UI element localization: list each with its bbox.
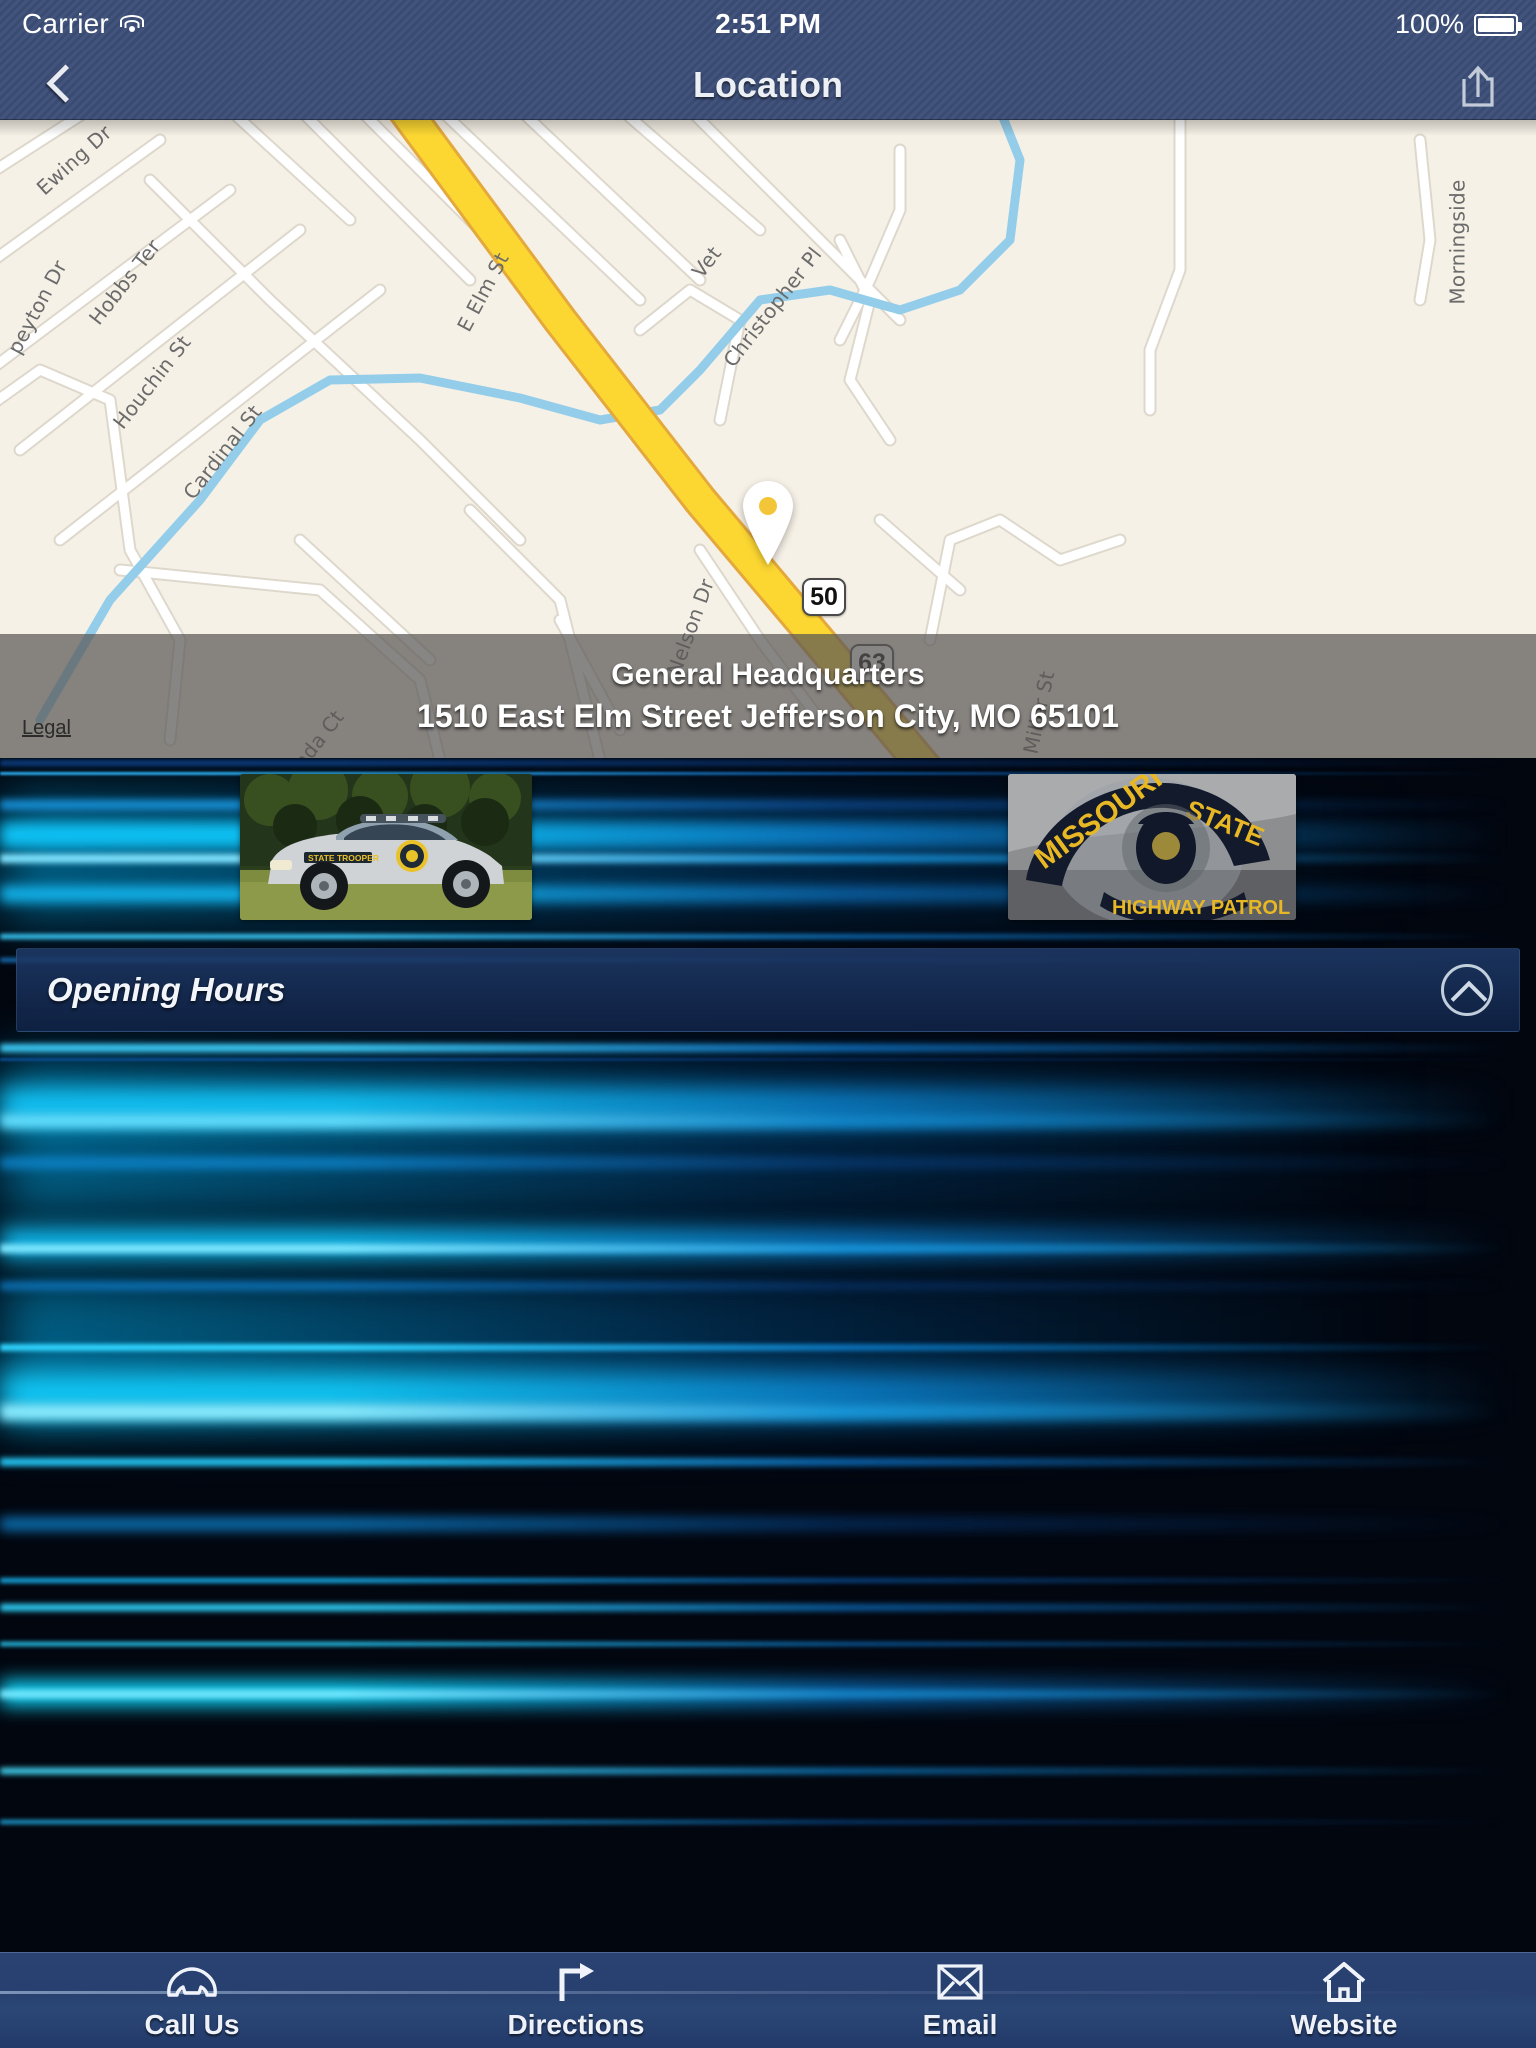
envelope-icon xyxy=(937,1961,983,2003)
navigation-bar: Location xyxy=(0,50,1536,120)
tab-label: Website xyxy=(1290,2008,1398,2040)
tab-website[interactable]: Website xyxy=(1152,1953,1536,2048)
background-streaks xyxy=(0,758,1536,1952)
tab-label: Call Us xyxy=(144,2008,240,2040)
location-overlay: General Headquarters 1510 East Elm Stree… xyxy=(0,634,1536,758)
status-bar-right: 100% xyxy=(1394,9,1522,40)
legal-link[interactable]: Legal xyxy=(22,717,71,740)
tab-call-us[interactable]: Call Us xyxy=(0,1953,384,2048)
location-name: General Headquarters xyxy=(611,657,925,691)
home-icon xyxy=(1320,1961,1368,2003)
location-address: 1510 East Elm Street Jefferson City, MO … xyxy=(417,697,1119,734)
svg-text:HIGHWAY PATROL: HIGHWAY PATROL xyxy=(1112,897,1290,919)
battery-percent-label: 100% xyxy=(1394,9,1464,39)
opening-hours-label: Opening Hours xyxy=(47,971,286,1008)
clock-label: 2:51 PM xyxy=(715,8,821,39)
tab-bar: Call Us Directions Email Website xyxy=(0,1952,1536,2048)
app-screen: Carrier 2:51 PM 100% Location Ewing Dr p… xyxy=(0,0,1536,2048)
chevron-up-circle-icon[interactable] xyxy=(1441,964,1493,1016)
opening-hours-accordion[interactable]: Opening Hours xyxy=(16,948,1520,1032)
main-content: STATE TROOPER MISSOURI STATE HIGHWAY PAT… xyxy=(0,758,1536,1952)
battery-full-icon xyxy=(1474,13,1522,36)
tab-directions[interactable]: Directions xyxy=(384,1953,768,2048)
turn-right-arrow-icon xyxy=(554,1961,598,2003)
tab-label: Directions xyxy=(507,2008,645,2040)
image-gallery: STATE TROOPER MISSOURI STATE HIGHWAY PAT… xyxy=(0,758,1536,936)
tab-email[interactable]: Email xyxy=(768,1953,1152,2048)
patrol-car-photo[interactable]: STATE TROOPER xyxy=(240,774,532,920)
patrol-door-decal-photo[interactable]: MISSOURI STATE HIGHWAY PATROL xyxy=(1008,774,1296,920)
map-street-label: Morningside xyxy=(1445,179,1470,305)
share-icon[interactable] xyxy=(1456,61,1500,109)
tab-label: Email xyxy=(922,2008,998,2040)
map-view[interactable]: Ewing Dr peyton Dr Hobbs Ter Houchin St … xyxy=(0,120,1536,758)
phone-icon xyxy=(165,1961,219,2003)
highway-shield: 50 xyxy=(802,578,846,616)
status-bar: Carrier 2:51 PM 100% xyxy=(0,0,1536,50)
page-title: Location xyxy=(693,63,843,105)
map-pin-icon[interactable] xyxy=(735,475,801,567)
svg-text:STATE TROOPER: STATE TROOPER xyxy=(308,853,379,863)
